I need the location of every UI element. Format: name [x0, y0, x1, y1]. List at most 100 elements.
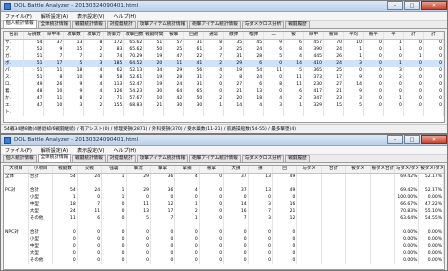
table-row[interactable]: ロ. 49 26 9 4 113 52.47 19 24 31 0 27 6 8 11 230 27 14 0 0 0 0	[4, 81, 444, 88]
table-row[interactable]: パ. 51 11 18 4 62 52.13 34 29 56 4 19 54 11 5 365 25 0 0 3 0 0	[4, 67, 444, 74]
table-row[interactable]: その他 11 6 0 5 7 1 0 7 3 12 63.64% 54.55%	[4, 215, 444, 222]
column-header[interactable]: 命中	[303, 32, 324, 40]
column-header[interactable]: 散弾	[223, 32, 245, 40]
menu-help[interactable]: ヘルプ(H)	[113, 13, 136, 20]
tab-4[interactable]: 攻撃アイテム統計情報	[136, 21, 189, 28]
tab-5[interactable]: 砲撃アイテム統計情報	[189, 155, 241, 162]
tab-3[interactable]: 対提督統計	[106, 21, 136, 28]
tab-6[interactable]: 与ダメクロス分析	[241, 155, 285, 162]
column-header[interactable]: 小項目	[28, 166, 54, 174]
column-header[interactable]: 損	[248, 166, 273, 174]
column-header[interactable]: 回避	[183, 32, 205, 40]
column-header[interactable]: 計	[423, 32, 444, 40]
close-button[interactable]: ✕	[421, 135, 447, 144]
column-header[interactable]: 交戦	[77, 166, 103, 174]
table-cell	[63, 109, 85, 116]
column-header[interactable]: 被命	[323, 32, 344, 40]
title-bar[interactable]: DOL Battle Analyzer - 20130324090401.htm…	[1, 135, 447, 146]
column-header[interactable]: 攻撃数	[63, 32, 85, 40]
table-row[interactable]: ア. 52 9 15 2 83 65.62 50 25 61 3 25 24 6 8 390 24 1 0 1 0 0	[4, 46, 444, 53]
column-header[interactable]: 拿捕	[174, 166, 200, 174]
column-header[interactable]: 与損数	[23, 32, 45, 40]
column-header[interactable]: 大損	[223, 166, 249, 174]
personal-stats-grid[interactable]: 名前 与損数 命中率 攻撃数 攻撃力 防御力 攻撃回数 戦闘時間 被撃 回避 通常 散弾 榴弾二被命中被…	[3, 31, 445, 123]
column-header[interactable]: 撃拿	[150, 166, 176, 174]
menu-file[interactable]: ファイル(F)	[5, 13, 32, 20]
column-header[interactable]: 被撃	[163, 32, 185, 40]
table-row[interactable]: PC対 合計 54 24 1 29 36 4 0 37 13 49 69.42% 52.17%	[4, 187, 444, 194]
column-header[interactable]: 防御力	[103, 32, 125, 40]
column-header[interactable]: 被平	[363, 32, 384, 40]
table-row[interactable]: ス. 51 8 10 8 58 52.61 19 28 31 2 8 24 0 11 373 17 9 0 2 0 0	[4, 74, 444, 81]
column-header[interactable]: 榴弾	[243, 32, 265, 40]
column-header[interactable]: 攻撃力	[83, 32, 105, 40]
maximize-button[interactable]: □	[404, 1, 420, 10]
tab-0[interactable]: 個人統計情報	[3, 20, 37, 28]
table-row[interactable]: 着. 48 10 9 4 126 54.23 30 64 65 0 21 13 0 6 417 21 9 0 0 0 0	[4, 88, 444, 95]
column-header[interactable]: 平	[383, 32, 404, 40]
column-header[interactable]: 戦闘時間	[143, 32, 165, 40]
table-row[interactable]: 大型 0 0 0 0 0 0 0 0 0 0 0.00% 0.00%	[4, 250, 444, 257]
minimize-button[interactable]: –	[387, 1, 403, 10]
table-row[interactable]: その他 0 0 0 0 0 0 0 0 0 0 0.00% 0.00%	[4, 257, 444, 264]
table-row[interactable]: サ. 54 37 13 8 172 65.62 51 57 31 8 35 45 9 6 457 70 10 0 1 0…	[4, 39, 444, 46]
table-row[interactable]: 中型 0 0 0 0 0 0 0 0 0 0 0.00% 0.00%	[4, 243, 444, 250]
tab-7[interactable]: 戦闘履歴	[285, 21, 310, 28]
column-header[interactable]: 平均	[343, 32, 364, 40]
table-row[interactable]: ボ. 51 17 5 3 185 64.52 20 11 41 2 29 6 0 14 410 24 3 0 1 0 0	[4, 60, 444, 67]
column-header[interactable]: 与ダメ/ダメ	[394, 166, 420, 174]
table-row[interactable]: ガ. 51 7 7 2 74 70.29 19 47 22 7 31 28 5 4 445 26 1 0 0 1 0	[4, 53, 444, 60]
table-row[interactable]	[4, 180, 444, 187]
column-header[interactable]: 被ダメ/ダメ	[418, 166, 444, 174]
tab-7[interactable]: 戦闘履歴	[285, 155, 310, 162]
menu-view[interactable]: 表示設定(V)	[77, 147, 104, 154]
table-row[interactable]: 小型 1 0 1 0 0 0 0 0 0 0 100.00% 0.00%	[4, 194, 444, 201]
tab-2[interactable]: 戦闘統計情報	[72, 21, 106, 28]
column-header[interactable]: 通常	[203, 32, 225, 40]
table-row[interactable]: 中型 18 7 0 11 12 1 0 14 3 16 66.67% 47.22%	[4, 201, 444, 208]
overall-stats-grid[interactable]: 大項目 小項目 戦闘数 交戦 強襲 撃沈 撃拿 拿捕 被拿 大損損回与ダメ 合計 被ダメ 被ダメ合計 与ダ…	[3, 165, 445, 270]
table-row[interactable]: 大型 24 11 0 13 17 2 0 16 7 21 70.83% 55.10%	[4, 208, 444, 215]
column-header[interactable]: 戦闘数	[52, 166, 78, 174]
column-header[interactable]: 攻撃回数	[123, 32, 145, 40]
minimize-button[interactable]: –	[387, 135, 403, 144]
table-row[interactable]	[4, 222, 444, 229]
maximize-button[interactable]: □	[404, 135, 420, 144]
column-header[interactable]: 回	[272, 166, 298, 174]
column-header[interactable]: 計	[403, 32, 424, 40]
column-header[interactable]: 被	[283, 32, 305, 40]
menu-analysis[interactable]: 解析設定(A)	[41, 147, 68, 154]
column-header[interactable]: 被ダメ	[345, 166, 371, 174]
column-header[interactable]: 合計	[321, 166, 347, 174]
menu-view[interactable]: 表示設定(V)	[77, 13, 104, 20]
column-header[interactable]: 名前	[4, 32, 25, 40]
table-row[interactable]: NPC対 合計 0 0 0 0 0 0 0 0 0 0 0.00% 0.00%	[4, 229, 444, 236]
tab-3[interactable]: 対提督統計	[106, 155, 136, 162]
menu-help[interactable]: ヘルプ(H)	[113, 147, 136, 154]
close-button[interactable]: ✕	[421, 1, 447, 10]
tab-1[interactable]: 全体統計情報	[37, 154, 72, 162]
column-header[interactable]: 被拿	[199, 166, 225, 174]
tab-5[interactable]: 砲撃アイテム統計情報	[189, 21, 241, 28]
tab-2[interactable]: 戦闘統計情報	[72, 155, 106, 162]
menu-analysis[interactable]: 解析設定(A)	[41, 13, 68, 20]
table-row[interactable]: ト.	[4, 109, 444, 116]
tab-4[interactable]: 攻撃アイテム統計情報	[136, 155, 189, 162]
table-row[interactable]: エ. 47 10 3 2 155 68.83 21 30 30 1 14 4 3 1 329 15 5 0 0 0 0	[4, 102, 444, 109]
table-row[interactable]: か. 47 11 8 2 71 57.67 10 42 50 2 20 18 4 2 347 23 3 0 1 0 0	[4, 95, 444, 102]
menu-file[interactable]: ファイル(F)	[5, 147, 32, 154]
column-header[interactable]: 二	[263, 32, 285, 40]
column-header[interactable]: 被ダメ合計	[370, 166, 396, 174]
column-header[interactable]: 命中率	[43, 32, 65, 40]
title-bar[interactable]: DOL Battle Analyzer - 20130324090401.htm…	[1, 1, 447, 12]
app-icon	[4, 136, 11, 144]
column-header[interactable]: 大項目	[4, 166, 29, 174]
column-header[interactable]: 強襲	[101, 166, 127, 174]
column-header[interactable]: 与ダメ	[296, 166, 322, 174]
tab-1[interactable]: 全体統計情報	[37, 21, 72, 28]
table-row[interactable]: 全体 合計 54 24 1 29 36 4 0 37 13 49 69.42% 52.17%	[4, 173, 444, 180]
column-header[interactable]: 撃沈	[126, 166, 151, 174]
table-row[interactable]: 小型 0 0 0 0 0 0 0 0 0 0 0.00% 0.00%	[4, 236, 444, 243]
tab-0[interactable]: 個人統計情報	[3, 155, 37, 162]
tab-6[interactable]: 与ダメクロス分析	[241, 21, 285, 28]
